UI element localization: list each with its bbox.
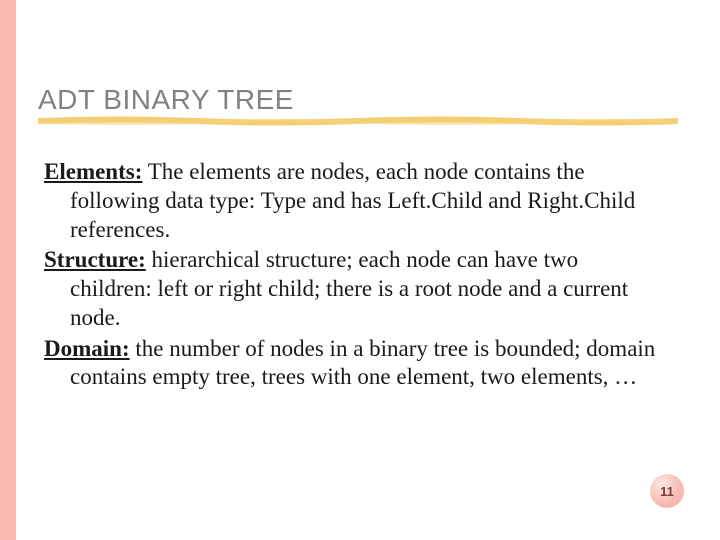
sidebar-accent-stripe: [0, 0, 16, 540]
paragraph-lead: Domain:: [44, 336, 130, 361]
page-number-badge: 11: [650, 474, 684, 508]
paragraph-text: the number of nodes in a binary tree is …: [70, 336, 655, 390]
slide-body: Elements: The elements are nodes, each n…: [44, 158, 664, 394]
paragraph-lead: Elements:: [44, 159, 142, 184]
paragraph-lead: Structure:: [44, 247, 146, 272]
slide-title: ADT BINARY TREE: [38, 84, 678, 116]
page-number: 11: [660, 484, 674, 499]
paragraph-elements: Elements: The elements are nodes, each n…: [44, 158, 664, 244]
paragraph-text: hierarchical structure; each node can ha…: [70, 247, 628, 330]
paragraph-structure: Structure: hierarchical structure; each …: [44, 246, 664, 332]
title-underline-brush: [38, 116, 678, 122]
paragraph-domain: Domain: the number of nodes in a binary …: [44, 335, 664, 393]
paragraph-text: The elements are nodes, each node contai…: [70, 159, 635, 242]
slide-title-region: ADT BINARY TREE: [38, 84, 678, 116]
